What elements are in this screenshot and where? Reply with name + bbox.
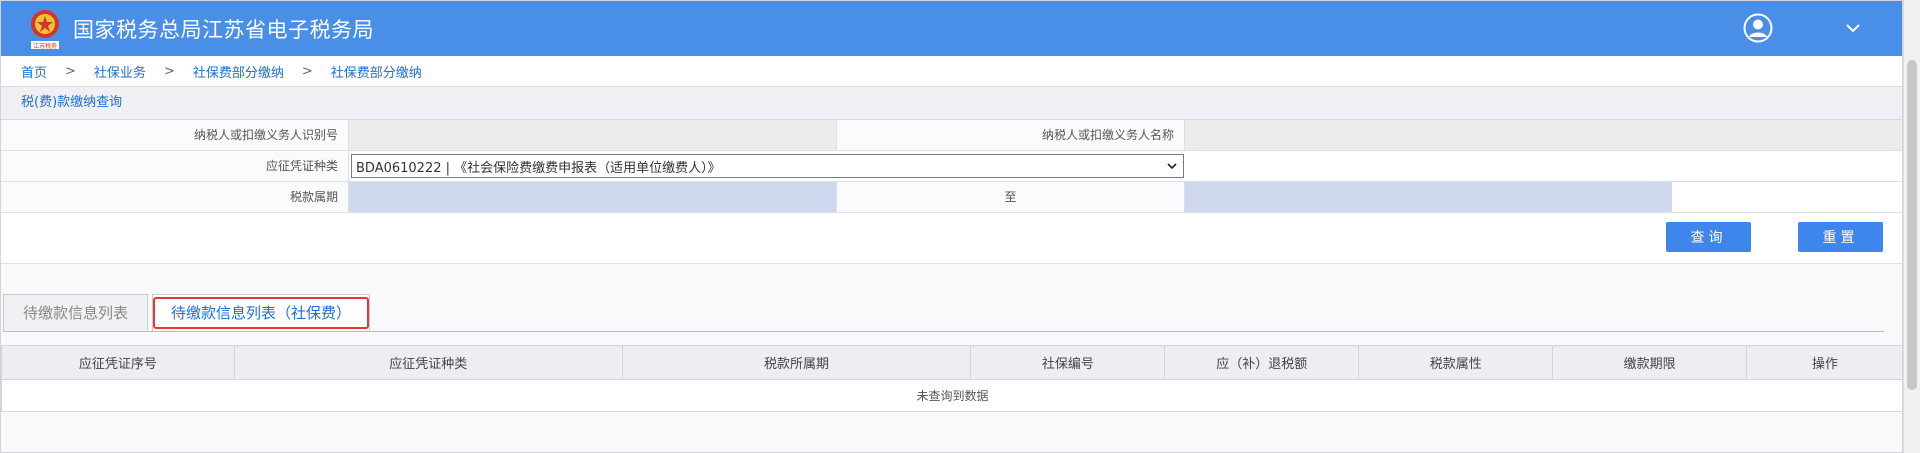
taxpayer-id-label: 纳税人或扣缴义务人识别号 <box>1 120 349 150</box>
voucher-type-cell: BDA0610222 | 《社会保险费缴费申报表（适用单位缴费人）》 <box>349 151 1186 181</box>
period-end-input[interactable] <box>1185 182 1672 212</box>
tax-emblem-icon: 江苏税务 <box>25 7 65 51</box>
voucher-type-value: BDA0610222 | 《社会保险费缴费申报表（适用单位缴费人）》 <box>356 160 721 176</box>
tab-pending-list-social[interactable]: 待缴款信息列表（社保费） <box>152 294 370 332</box>
breadcrumb-partial-payment-current[interactable]: 社保费部分缴纳 <box>331 62 422 81</box>
voucher-type-label: 应征凭证种类 <box>1 151 349 181</box>
breadcrumb-partial-payment[interactable]: 社保费部分缴纳 <box>193 62 284 81</box>
panel-title: 税(费)款缴纳查询 <box>1 87 1902 120</box>
column-header: 应征凭证种类 <box>233 345 623 380</box>
tab-pending-list[interactable]: 待缴款信息列表 <box>3 294 148 331</box>
app-frame: 江苏税务 国家税务总局江苏省电子税务局 首页 > 社保业务 > 社保费部分缴纳 … <box>0 0 1903 453</box>
column-header: 缴款期限 <box>1552 345 1748 380</box>
result-table: 应征凭证序号 应征凭证种类 税款所属期 社保编号 应（补）退税额 税款属性 缴款… <box>1 345 1902 412</box>
breadcrumb-separator: > <box>301 63 313 79</box>
empty-message: 未查询到数据 <box>1 379 1902 412</box>
period-to-label: 至 <box>836 182 1185 212</box>
table-header-row: 应征凭证序号 应征凭证种类 税款所属期 社保编号 应（补）退税额 税款属性 缴款… <box>1 345 1902 380</box>
site-title: 国家税务总局江苏省电子税务局 <box>73 17 374 42</box>
column-header: 操作 <box>1746 345 1902 380</box>
column-header: 应（补）退税额 <box>1164 345 1360 380</box>
breadcrumb: 首页 > 社保业务 > 社保费部分缴纳 > 社保费部分缴纳 <box>1 56 1902 86</box>
user-avatar-icon[interactable] <box>1743 13 1773 43</box>
svg-text:江苏税务: 江苏税务 <box>33 42 57 50</box>
breadcrumb-separator: > <box>163 63 175 79</box>
taxpayer-name-label: 纳税人或扣缴义务人名称 <box>836 120 1185 150</box>
taxpayer-id-field <box>349 120 836 150</box>
breadcrumb-separator: > <box>65 63 76 79</box>
column-header: 税款所属期 <box>621 345 972 380</box>
query-panel: 税(费)款缴纳查询 纳税人或扣缴义务人识别号 纳税人或扣缴义务人名称 应征凭证种… <box>1 86 1902 264</box>
scrollbar-thumb[interactable] <box>1907 60 1917 390</box>
voucher-type-select[interactable]: BDA0610222 | 《社会保险费缴费申报表（适用单位缴费人）》 <box>351 154 1184 178</box>
query-button[interactable]: 查询 <box>1666 222 1751 252</box>
table-row: 未查询到数据 <box>1 379 1902 412</box>
tab-divider <box>3 331 1884 332</box>
chevron-down-icon <box>1167 163 1177 170</box>
form-row-period: 税款属期 至 <box>1 182 1902 213</box>
period-start-input[interactable] <box>349 182 836 212</box>
tab-bar: 待缴款信息列表 待缴款信息列表（社保费） <box>1 264 1902 334</box>
form-row-voucher: 应征凭证种类 BDA0610222 | 《社会保险费缴费申报表（适用单位缴费人）… <box>1 151 1902 182</box>
breadcrumb-home[interactable]: 首页 <box>21 62 47 81</box>
column-header: 社保编号 <box>970 345 1166 380</box>
period-label: 税款属期 <box>1 182 349 212</box>
form-row-taxpayer: 纳税人或扣缴义务人识别号 纳税人或扣缴义务人名称 <box>1 120 1902 151</box>
top-header: 江苏税务 国家税务总局江苏省电子税务局 <box>1 1 1902 56</box>
chevron-down-icon[interactable] <box>1844 19 1862 37</box>
breadcrumb-social-insurance[interactable]: 社保业务 <box>94 62 146 81</box>
vertical-scrollbar[interactable] <box>1903 0 1920 453</box>
button-area: 查询 重置 <box>1 213 1902 264</box>
column-header: 税款属性 <box>1358 345 1554 380</box>
taxpayer-name-field <box>1185 120 1902 150</box>
reset-button[interactable]: 重置 <box>1798 222 1883 252</box>
column-header: 应征凭证序号 <box>1 345 235 380</box>
